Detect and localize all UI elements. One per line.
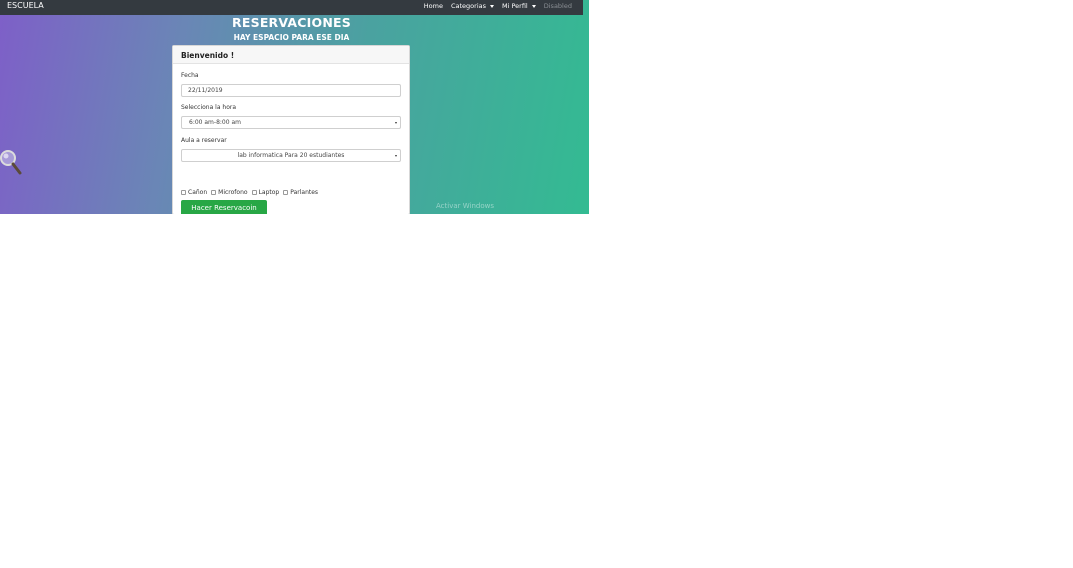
nav-categorias[interactable]: Categorias <box>451 2 494 10</box>
nav-disabled: Disabled <box>544 2 572 10</box>
brand-link[interactable]: ESCUELA <box>7 1 44 10</box>
nav-mi-perfil[interactable]: Mi Perfil <box>502 2 536 10</box>
select-caret-icon <box>395 155 397 157</box>
room-select[interactable]: lab informatica Para 20 estudiantes <box>181 149 401 162</box>
date-input[interactable]: 22/11/2019 <box>181 84 401 97</box>
submit-reservation-button[interactable]: Hacer Reservacoin <box>181 200 267 214</box>
nav-categorias-label: Categorias <box>450 2 486 10</box>
app-screen: ESCUELA Home Categorias Mi Perfil Disabl… <box>0 0 589 214</box>
page-title: RESERVACIONES <box>232 15 351 30</box>
checkbox-label: Laptop <box>258 189 280 196</box>
checkbox-laptop[interactable]: Laptop <box>251 189 280 196</box>
room-label: Aula a reservar <box>181 137 227 144</box>
nav-mi-perfil-label: Mi Perfil <box>502 2 528 10</box>
magnifier-icon <box>0 148 23 176</box>
checkbox-box[interactable] <box>251 190 257 195</box>
page-subtitle: HAY ESPACIO PARA ESE DIA <box>233 33 350 42</box>
caret-down-icon <box>490 4 494 8</box>
date-label: Fecha <box>181 72 199 79</box>
checkbox-label: Microfono <box>218 189 248 196</box>
checkbox-parlantes[interactable]: Parlantes <box>283 189 318 196</box>
select-caret-icon <box>395 122 397 124</box>
checkbox-box[interactable] <box>181 190 186 195</box>
navbar: ESCUELA Home Categorias Mi Perfil Disabl… <box>0 0 583 15</box>
checkbox-label: Parlantes <box>290 189 319 196</box>
activate-windows-watermark: Activar Windows <box>436 202 494 210</box>
time-select-value: 6:00 am-8:00 am <box>189 119 241 126</box>
time-select[interactable]: 6:00 am-8:00 am <box>181 116 401 129</box>
checkbox-box[interactable] <box>283 190 289 195</box>
nav-home[interactable]: Home <box>424 2 443 10</box>
checkbox-microfono[interactable]: Microfono <box>211 189 248 196</box>
room-select-value: lab informatica Para 20 estudiantes <box>237 152 345 159</box>
equipment-checkboxes: Cañon Microfono Laptop Parlantes <box>181 189 322 196</box>
checkbox-box[interactable] <box>211 190 217 195</box>
checkbox-canon[interactable]: Cañon <box>181 189 207 196</box>
card-header: Bienvenido ! <box>173 46 409 64</box>
reservation-card: Bienvenido ! Fecha 22/11/2019 Selecciona… <box>172 45 410 214</box>
nav-home-label: Home <box>423 2 443 10</box>
time-label: Selecciona la hora <box>181 104 237 111</box>
nav-disabled-label: Disabled <box>543 2 572 10</box>
checkbox-label: Cañon <box>188 189 208 196</box>
caret-down-icon <box>531 4 536 8</box>
date-value: 22/11/2019 <box>188 87 223 94</box>
nav-items: Home Categorias Mi Perfil Disabled <box>424 2 572 10</box>
